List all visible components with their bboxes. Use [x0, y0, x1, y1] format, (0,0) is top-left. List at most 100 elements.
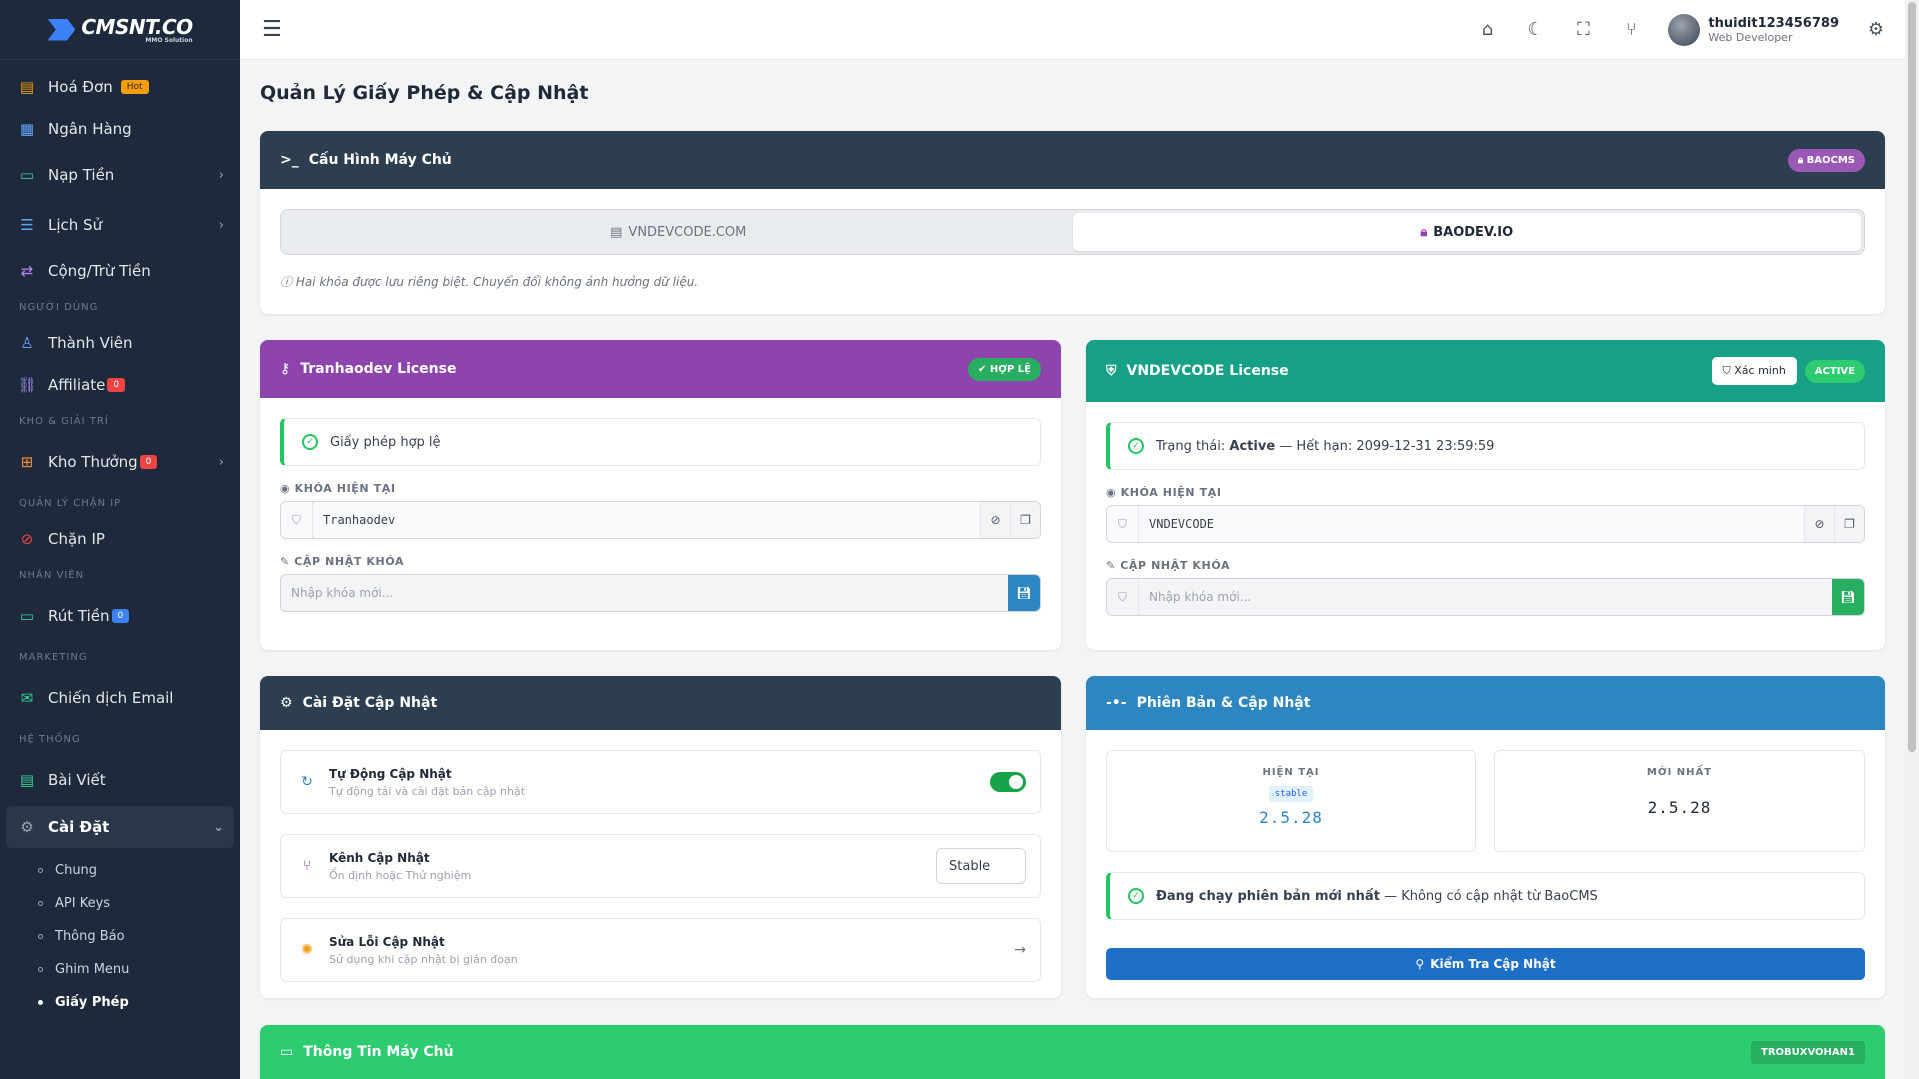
- latest-version: 2.5.28: [1647, 798, 1712, 817]
- sidebar-item-affiliate[interactable]: ⛓ Affiliate 0: [0, 364, 240, 406]
- latest-version-box: MỚI NHẤT 2.5.28: [1494, 750, 1865, 852]
- card-title: Tranhaodev License: [300, 361, 457, 377]
- server-info-card: ▭ Thông Tin Máy Chủ TROBUXVOHAN1: [260, 1025, 1885, 1079]
- save-key-button[interactable]: 💾︎: [1832, 579, 1864, 615]
- branch-icon[interactable]: ⑂: [1620, 19, 1642, 40]
- current-key-label: ◉ KHÓA HIỆN TẠI: [1106, 486, 1222, 499]
- wallet-icon: ▭: [19, 607, 35, 625]
- bullet-icon: [38, 967, 43, 972]
- auto-update-toggle[interactable]: [990, 772, 1026, 792]
- branch-icon: ⑂: [302, 858, 312, 874]
- count-badge: 0: [139, 455, 158, 469]
- sidebar-item-withdraw[interactable]: ▭ Rút Tiền 0: [0, 590, 240, 642]
- sidebar-subitem-license[interactable]: Giấy Phép: [0, 986, 240, 1019]
- sidebar-item-label: Hoá Đơn: [48, 78, 113, 96]
- menu-toggle-icon[interactable]: ☰: [262, 17, 282, 42]
- toggle-visibility-button[interactable]: ⊘: [1804, 506, 1834, 542]
- refresh-icon: ↻: [301, 774, 313, 790]
- tab-vndevcode[interactable]: ▤ VNDEVCODE.COM: [284, 213, 1073, 251]
- check-circle-icon: ✔: [978, 363, 990, 375]
- lock-icon: 🔒︎: [1420, 224, 1428, 240]
- card-title: VNDEVCODE License: [1126, 363, 1289, 379]
- sidebar-item-posts[interactable]: ▤ Bài Viết: [0, 754, 240, 806]
- active-pill: ACTIVE: [1804, 359, 1865, 383]
- card-title: Phiên Bản & Cập Nhật: [1136, 695, 1311, 711]
- copy-button[interactable]: ❐: [1010, 502, 1040, 538]
- auto-update-row: ↻ Tự Động Cập Nhật Tự động tải và cài đặt…: [280, 750, 1041, 814]
- arrow-right-icon: →: [1014, 942, 1026, 958]
- server-info-pill: TROBUXVOHAN1: [1751, 1040, 1865, 1064]
- fullscreen-icon[interactable]: ⛶: [1572, 19, 1594, 40]
- bullet-icon: [38, 901, 43, 906]
- sidebar-item-email-campaign[interactable]: ✉ Chiến dịch Email: [0, 672, 240, 724]
- license-left-header: ⚷ Tranhaodev License ✔ HỢP LỆ: [260, 340, 1061, 398]
- sidebar-subitem-pin-menu[interactable]: Ghim Menu: [0, 953, 240, 986]
- verify-button[interactable]: ⛉ Xác minh: [1711, 357, 1797, 385]
- save-key-button[interactable]: 💾︎: [1008, 575, 1040, 611]
- count-badge: 0: [111, 609, 130, 623]
- sidebar-subitem-general[interactable]: Chung: [0, 854, 240, 887]
- update-channel-row: ⑂ Kênh Cập Nhật Ổn định hoặc Thử nghiệm S…: [280, 834, 1041, 898]
- sidebar-item-rewards[interactable]: ⊞ Kho Thưởng 0 ›: [0, 436, 240, 488]
- sidebar-item-label: Kho Thưởng: [48, 453, 138, 471]
- toggle-visibility-button[interactable]: ⊘: [980, 502, 1010, 538]
- current-key-field: ⛉ VNDEVCODE ⊘ ❐: [1106, 505, 1865, 543]
- server-info-header: ▭ Thông Tin Máy Chủ TROBUXVOHAN1: [260, 1025, 1885, 1079]
- user-menu[interactable]: thuidit123456789 Web Developer: [1668, 13, 1839, 46]
- tab-baodev[interactable]: 🔒︎ BAODEV.IO: [1072, 213, 1861, 251]
- section-rewards: KHO & GIẢI TRÍ: [19, 416, 109, 427]
- server-config-card: >_ Cấu Hình Máy Chủ 🔒︎ BAOCMS ▤ VNDEVCODE…: [260, 131, 1885, 314]
- section-ip: QUẢN LÝ CHẶN IP: [19, 498, 122, 509]
- check-update-button[interactable]: ⚲ Kiểm Tra Cập Nhật: [1106, 948, 1865, 980]
- sidebar-item-history[interactable]: ☰ Lịch Sử ›: [0, 200, 240, 250]
- logo[interactable]: CMSNT.CO MMO Solution: [0, 0, 240, 60]
- invoice-icon: ▤: [19, 78, 35, 96]
- gear-icon: ⚙: [20, 818, 34, 836]
- fix-update-row[interactable]: ✺ Sửa Lỗi Cập Nhật Sử dụng khi cập nhật b…: [280, 918, 1041, 982]
- logo-text: CMSNT.CO: [81, 15, 193, 39]
- terminal-icon: >_: [280, 152, 299, 168]
- sidebar-item-invoice[interactable]: ▤ Hoá Đơn Hot: [0, 66, 240, 108]
- shield-icon: ⛉: [1107, 579, 1139, 615]
- sidebar-item-members[interactable]: ♙ Thành Viên: [0, 322, 240, 364]
- gear-icon[interactable]: ⚙: [1865, 19, 1887, 40]
- moon-icon[interactable]: ☾: [1524, 19, 1546, 40]
- sidebar-item-block-ip[interactable]: ⊘ Chặn IP: [0, 518, 240, 560]
- server-icon: ▤: [610, 224, 623, 240]
- bank-icon: ▦: [19, 120, 35, 138]
- sidebar-item-bank[interactable]: ▦ Ngân Hàng: [0, 108, 240, 150]
- sidebar-item-label: Cài Đặt: [48, 818, 110, 836]
- license-left-alert: ✓ Giấy phép hợp lệ: [280, 418, 1041, 466]
- current-key-value: VNDEVCODE: [1149, 517, 1215, 531]
- gift-icon: ⊞: [20, 453, 34, 471]
- new-key-input[interactable]: [1139, 579, 1832, 615]
- update-settings-card: ⚙ Cài Đặt Cập Nhật ↻ Tự Động Cập Nhật Tự …: [260, 676, 1061, 998]
- scrollbar-thumb[interactable]: [1908, 2, 1916, 752]
- current-key-value: Tranhaodev: [323, 513, 396, 527]
- sidebar-subitem-api-keys[interactable]: API Keys: [0, 887, 240, 920]
- sidebar-subitem-notifications[interactable]: Thông Báo: [0, 920, 240, 953]
- stable-tag: stable: [1268, 786, 1314, 802]
- sidebar-item-label: Chặn IP: [48, 530, 105, 548]
- new-key-field: ⛉ 💾︎: [1106, 578, 1865, 616]
- user-role: Web Developer: [1708, 30, 1793, 44]
- update-channel-select[interactable]: Stable: [936, 848, 1026, 884]
- pencil-icon: ✎: [280, 555, 295, 568]
- sidebar-item-settings[interactable]: ⚙ Cài Đặt ⌄: [6, 806, 234, 848]
- chevron-down-icon: ⌄: [213, 819, 224, 835]
- shield-icon: ⛨: [1106, 363, 1117, 379]
- new-key-input[interactable]: [281, 575, 1008, 611]
- home-icon[interactable]: ⌂: [1476, 19, 1498, 40]
- page-scrollbar[interactable]: [1905, 0, 1919, 1079]
- sidebar-item-adjust-money[interactable]: ⇄ Cộng/Trừ Tiền: [0, 250, 240, 292]
- avatar: [1668, 13, 1701, 46]
- copy-button[interactable]: ❐: [1834, 506, 1864, 542]
- key-icon: ⚷: [280, 361, 291, 377]
- sidebar-item-deposit[interactable]: ▭ Nạp Tiền ›: [0, 150, 240, 200]
- page-title: Quản Lý Giấy Phép & Cập Nhật: [260, 82, 589, 104]
- check-circle-icon: ✓: [1128, 438, 1144, 454]
- shield-check-icon: ⛉: [1722, 364, 1735, 377]
- card-title: Cài Đặt Cập Nhật: [302, 695, 438, 711]
- topbar: ☰ ⌂ ☾ ⛶ ⑂ thuidit123456789 Web Developer…: [240, 0, 1905, 60]
- gear-icon: ⚙: [280, 695, 293, 711]
